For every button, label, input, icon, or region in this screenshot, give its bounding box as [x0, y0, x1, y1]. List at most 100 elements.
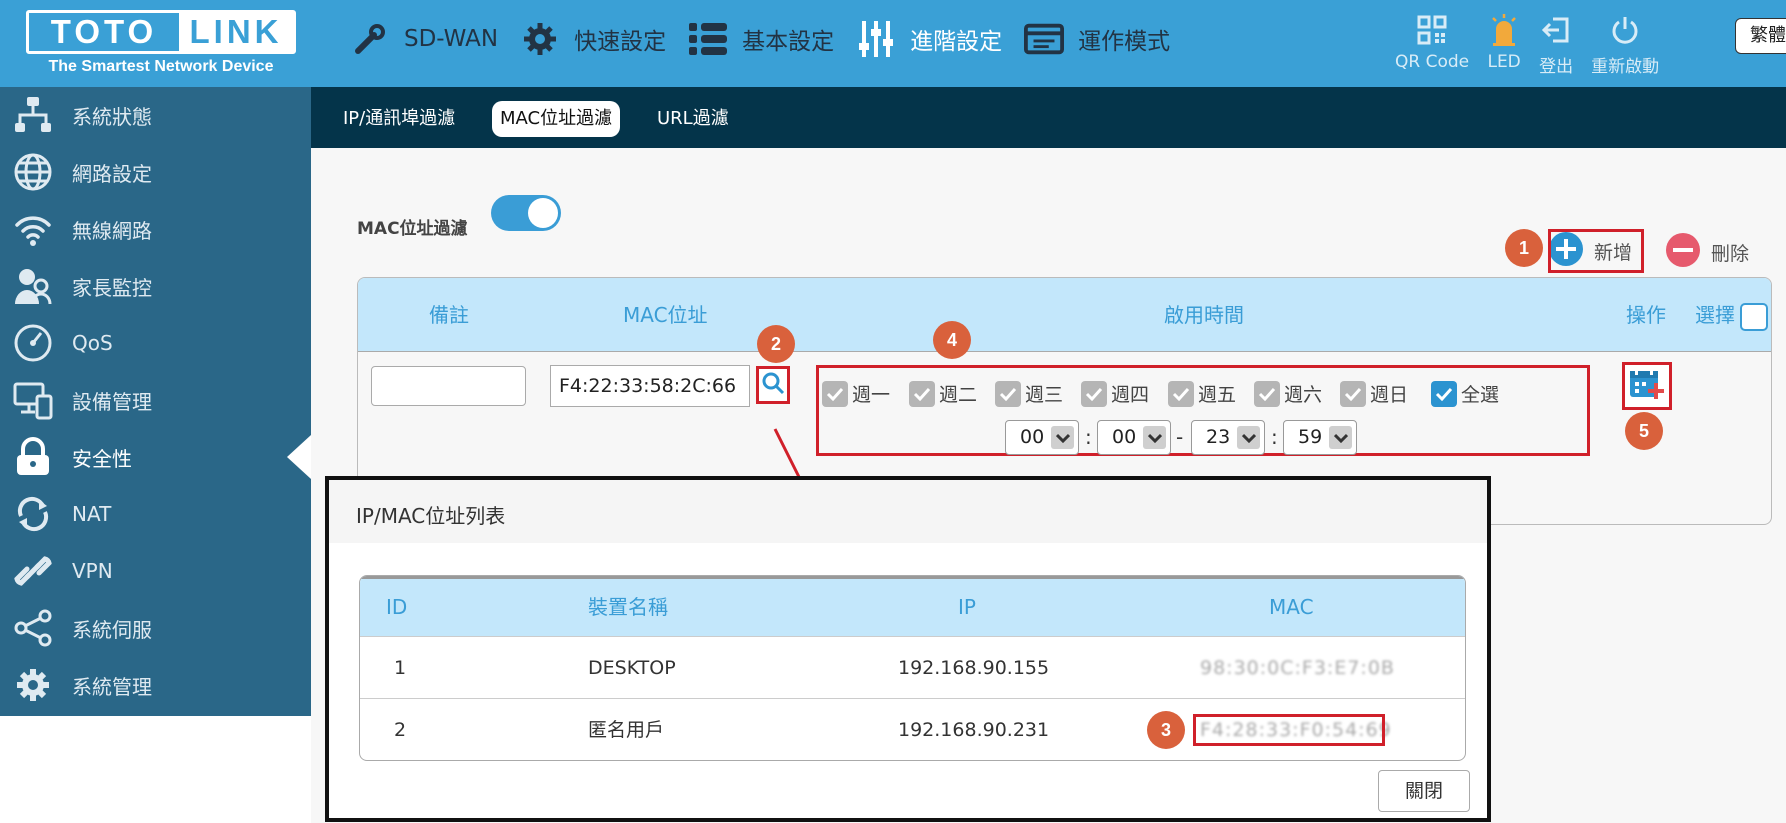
start-hour-select[interactable]: 00 — [1005, 420, 1079, 455]
sidebar-item-server[interactable]: 系統伺服 — [0, 600, 311, 656]
search-button[interactable] — [756, 366, 790, 404]
top-right-tools: QR Code LED 登出 重新啟動 — [1395, 12, 1677, 77]
end-minute-select[interactable]: 59 — [1283, 420, 1357, 455]
chevron-down-icon — [1329, 426, 1352, 449]
topnav-label: 快速設定 — [574, 29, 667, 55]
checkbox-icon — [1340, 380, 1366, 407]
sidebar-item-system-admin[interactable]: 系統管理 — [0, 657, 311, 713]
list-icon — [688, 19, 728, 59]
chevron-down-icon — [1237, 426, 1260, 449]
calendar-add-icon — [1628, 366, 1666, 406]
cell-device-name: 匿名用戶 — [588, 719, 665, 741]
table-row[interactable]: 1 DESKTOP 192.168.90.155 98:30:0C:F3:E7:… — [360, 636, 1465, 698]
checkbox-icon — [1168, 380, 1194, 407]
sidebar-item-system-status[interactable]: 系統狀態 — [0, 87, 311, 143]
day-wed[interactable]: 週三 — [995, 380, 1063, 407]
topnav-basic-setup[interactable]: 基本設定 — [688, 19, 834, 59]
logo-text-left: TOTO — [50, 13, 158, 50]
annotation-badge-3: 3 — [1147, 711, 1185, 749]
topnav-advanced-setup[interactable]: 進階設定 — [856, 19, 1002, 59]
share-icon — [12, 607, 54, 649]
delete-label: 刪除 — [1711, 242, 1750, 265]
link-icon — [12, 550, 54, 592]
sidebar-item-label: VPN — [72, 559, 113, 583]
checkbox-icon — [1081, 380, 1107, 407]
logout-label: 登出 — [1539, 57, 1574, 77]
reboot-button[interactable]: 重新啟動 — [1591, 12, 1659, 77]
day-select-all[interactable]: 全選 — [1431, 380, 1499, 407]
sidebar-item-devices[interactable]: 設備管理 — [0, 372, 311, 428]
led-button[interactable]: LED — [1487, 12, 1521, 77]
gear-icon — [520, 19, 560, 59]
sidebar-item-nat[interactable]: NAT — [0, 486, 311, 542]
topnav-operation-mode[interactable]: 運作模式 — [1024, 19, 1170, 59]
settings-icon — [12, 664, 54, 706]
active-indicator — [287, 435, 311, 479]
annotation-badge-4: 4 — [933, 321, 971, 359]
mac-filter-toggle[interactable] — [491, 195, 561, 231]
table-header: ID 裝置名稱 IP MAC — [360, 576, 1465, 636]
highlight-box-add — [1548, 229, 1644, 273]
time-colon: : — [1271, 425, 1278, 449]
wifi-icon — [12, 208, 54, 250]
sidebar-item-parental[interactable]: 家長監控 — [0, 258, 311, 314]
chevron-down-icon — [1143, 426, 1166, 449]
logout-button[interactable]: 登出 — [1539, 12, 1573, 77]
sidebar-item-label: 網路設定 — [72, 161, 152, 186]
header-mac: MAC位址 — [623, 303, 708, 327]
topnav-label: SD-WAN — [404, 26, 499, 52]
table-header: 備註 MAC位址 啟用時間 操作 選擇 — [358, 278, 1771, 352]
add-schedule-button[interactable] — [1622, 362, 1672, 410]
tab-url-filter[interactable]: URL過濾 — [657, 101, 729, 137]
sidebar-item-label: 系統狀態 — [72, 104, 152, 129]
logout-icon — [1539, 12, 1573, 48]
note-input[interactable] — [371, 366, 526, 406]
sidebar-item-qos[interactable]: QoS — [0, 315, 311, 371]
start-minute-select[interactable]: 00 — [1097, 420, 1171, 455]
delete-button[interactable]: 刪除 — [1665, 233, 1765, 270]
day-sat[interactable]: 週六 — [1254, 380, 1322, 407]
top-bar: TOTO LINK The Smartest Network Device SD… — [0, 0, 1786, 87]
network-status-icon — [12, 94, 54, 136]
topnav-label: 進階設定 — [910, 29, 1003, 55]
close-button[interactable]: 關閉 — [1378, 770, 1470, 812]
tab-ip-port-filter[interactable]: IP/通訊埠過濾 — [343, 101, 455, 137]
mac-address-input[interactable]: F4:22:33:58:2C:66 — [550, 365, 750, 407]
annotation-badge-5: 5 — [1625, 412, 1663, 450]
sidebar-item-vpn[interactable]: VPN — [0, 543, 311, 599]
tab-mac-filter[interactable]: MAC位址過濾 — [492, 101, 621, 137]
checkbox-icon — [1431, 380, 1457, 407]
day-tue[interactable]: 週二 — [909, 380, 977, 407]
devices-icon — [12, 379, 54, 421]
qr-code-button[interactable]: QR Code — [1395, 12, 1469, 77]
top-nav: SD-WAN 快速設定 基本設定 進階設定 運作模式 — [350, 14, 1192, 64]
dialog-title: IP/MAC位址列表 — [356, 504, 506, 528]
cell-id: 1 — [394, 657, 407, 679]
select-all-checkbox[interactable] — [1740, 303, 1768, 331]
sidebar-item-security[interactable]: 安全性 — [0, 429, 311, 485]
sidebar-item-network[interactable]: 網路設定 — [0, 144, 311, 200]
brand-logo: TOTO LINK — [26, 10, 296, 54]
day-sun[interactable]: 週日 — [1340, 380, 1408, 407]
sidebar-item-label: 無線網路 — [72, 218, 152, 243]
lock-icon — [12, 436, 54, 478]
end-hour-select[interactable]: 23 — [1191, 420, 1265, 455]
day-mon[interactable]: 週一 — [822, 380, 890, 407]
toggle-knob — [528, 198, 558, 228]
topnav-sdwan[interactable]: SD-WAN — [350, 19, 498, 59]
day-thu[interactable]: 週四 — [1081, 380, 1149, 407]
cell-device-name: DESKTOP — [588, 657, 676, 679]
day-fri[interactable]: 週五 — [1168, 380, 1236, 407]
language-select[interactable]: 繁體 — [1735, 18, 1786, 54]
header-action: 操作 — [1626, 303, 1666, 327]
topnav-quick-setup[interactable]: 快速設定 — [520, 19, 666, 59]
led-label: LED — [1487, 52, 1521, 72]
sidebar-item-label: 安全性 — [72, 446, 132, 471]
header-ip: IP — [958, 595, 976, 619]
sidebar-item-wireless[interactable]: 無線網路 — [0, 201, 311, 257]
cell-ip: 192.168.90.231 — [898, 719, 1050, 741]
header-mac: MAC — [1269, 595, 1314, 619]
topnav-label: 基本設定 — [742, 29, 835, 55]
sidebar-item-label: QoS — [72, 331, 113, 355]
sidebar-item-label: NAT — [72, 502, 112, 526]
